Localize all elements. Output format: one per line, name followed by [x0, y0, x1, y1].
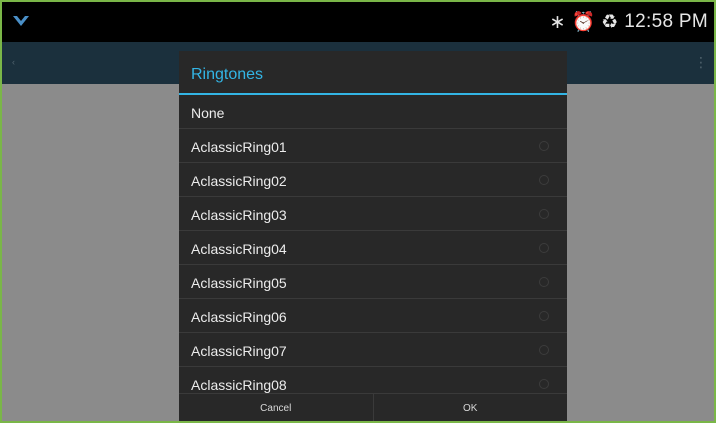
alarm-icon: ⏰	[571, 12, 596, 33]
ringtone-item[interactable]: AclassicRing05	[179, 265, 567, 299]
ringtone-item[interactable]: None	[179, 95, 567, 129]
ringtone-item[interactable]: AclassicRing08	[179, 367, 567, 393]
radio-button[interactable]	[539, 175, 549, 185]
status-clock: 12:58 PM	[624, 11, 708, 32]
ringtone-label: AclassicRing01	[191, 139, 287, 155]
ringtone-label: AclassicRing08	[191, 377, 287, 393]
radio-button[interactable]	[539, 277, 549, 287]
sync-icon: ♻	[601, 11, 619, 33]
radio-button[interactable]	[539, 141, 549, 151]
ringtone-item[interactable]: AclassicRing07	[179, 333, 567, 367]
dialog-title: Ringtones	[179, 51, 567, 95]
radio-button[interactable]	[539, 311, 549, 321]
ringtone-item[interactable]: AclassicRing01	[179, 129, 567, 163]
ringtone-label: AclassicRing05	[191, 275, 287, 291]
ringtone-item[interactable]: AclassicRing04	[179, 231, 567, 265]
ringtone-item[interactable]: AclassicRing02	[179, 163, 567, 197]
system-icons: ∗ ⏰ ♻ 12:58 PM	[550, 10, 708, 34]
dialog-buttons: Cancel OK	[179, 393, 568, 421]
radio-button[interactable]	[539, 209, 549, 219]
ringtone-label: None	[191, 105, 225, 121]
screenshot-frame: ∗ ⏰ ♻ 12:58 PM ‹ ⋮ Ringtones None Aclass…	[0, 0, 716, 423]
ringtone-item[interactable]: AclassicRing06	[179, 299, 567, 333]
ringtone-list[interactable]: None AclassicRing01 AclassicRing02 Aclas…	[179, 95, 567, 393]
status-bar: ∗ ⏰ ♻ 12:58 PM	[2, 2, 714, 42]
bluetooth-icon: ∗	[549, 11, 566, 33]
ringtone-label: AclassicRing02	[191, 173, 287, 189]
radio-button[interactable]	[539, 379, 549, 389]
ringtone-label: AclassicRing03	[191, 207, 287, 223]
radio-button[interactable]	[539, 345, 549, 355]
ringtone-label: AclassicRing06	[191, 309, 287, 325]
app-logo-icon	[13, 16, 29, 26]
ringtones-dialog: Ringtones None AclassicRing01 AclassicRi…	[179, 51, 568, 421]
ringtone-label: AclassicRing04	[191, 241, 287, 257]
radio-button[interactable]	[539, 243, 549, 253]
cancel-button[interactable]: Cancel	[179, 394, 373, 421]
ringtone-label: AclassicRing07	[191, 343, 287, 359]
ringtone-item[interactable]: AclassicRing03	[179, 197, 567, 231]
ok-button[interactable]: OK	[372, 394, 568, 421]
